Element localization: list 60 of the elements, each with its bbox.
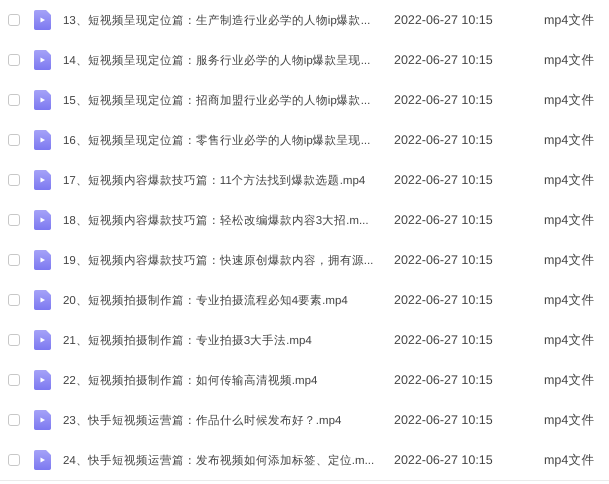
- file-type: mp4文件: [544, 92, 594, 108]
- checkbox[interactable]: [8, 414, 20, 426]
- modified-date: 2022-06-27 10:15: [394, 213, 494, 227]
- file-name[interactable]: 15、短视频呈现定位篇：招商加盟行业必学的人物ip爆款...: [63, 92, 389, 108]
- modified-date: 2022-06-27 10:15: [394, 13, 494, 27]
- modified-date: 2022-06-27 10:15: [394, 333, 494, 347]
- checkbox[interactable]: [8, 14, 20, 26]
- video-file-icon: [34, 10, 51, 30]
- video-file-icon: [34, 90, 51, 110]
- file-type: mp4文件: [544, 332, 594, 348]
- file-name[interactable]: 16、短视频呈现定位篇：零售行业必学的人物ip爆款呈现...: [63, 132, 389, 148]
- checkbox[interactable]: [8, 294, 20, 306]
- file-name[interactable]: 17、短视频内容爆款技巧篇：11个方法找到爆款选题.mp4: [63, 172, 389, 188]
- checkbox[interactable]: [8, 454, 20, 466]
- file-name[interactable]: 20、短视频拍摄制作篇：专业拍摄流程必知4要素.mp4: [63, 292, 389, 308]
- checkbox[interactable]: [8, 174, 20, 186]
- checkbox[interactable]: [8, 94, 20, 106]
- file-name[interactable]: 18、短视频内容爆款技巧篇：轻松改编爆款内容3大招.m...: [63, 212, 389, 228]
- checkbox[interactable]: [8, 334, 20, 346]
- modified-date: 2022-06-27 10:15: [394, 413, 494, 427]
- file-name[interactable]: 19、短视频内容爆款技巧篇：快速原创爆款内容，拥有源...: [63, 252, 389, 268]
- video-file-icon: [34, 250, 51, 270]
- modified-date: 2022-06-27 10:15: [394, 93, 494, 107]
- file-type: mp4文件: [544, 412, 594, 428]
- video-file-icon: [34, 330, 51, 350]
- video-file-icon: [34, 170, 51, 190]
- video-file-icon: [34, 450, 51, 470]
- file-type: mp4文件: [544, 52, 594, 68]
- file-type: mp4文件: [544, 452, 594, 468]
- file-name[interactable]: 13、短视频呈现定位篇：生产制造行业必学的人物ip爆款...: [63, 12, 389, 28]
- video-file-icon: [34, 210, 51, 230]
- file-type: mp4文件: [544, 12, 594, 28]
- file-name[interactable]: 14、短视频呈现定位篇：服务行业必学的人物ip爆款呈现...: [63, 52, 389, 68]
- modified-date: 2022-06-27 10:15: [394, 53, 494, 67]
- video-file-icon: [34, 290, 51, 310]
- file-type: mp4文件: [544, 172, 594, 188]
- video-file-icon: [34, 410, 51, 430]
- file-type: mp4文件: [544, 252, 594, 268]
- checkbox[interactable]: [8, 374, 20, 386]
- checkbox[interactable]: [8, 254, 20, 266]
- file-name[interactable]: 24、快手短视频运营篇：发布视频如何添加标签、定位.m...: [63, 452, 389, 468]
- modified-date: 2022-06-27 10:15: [394, 173, 494, 187]
- file-type: mp4文件: [544, 212, 594, 228]
- video-file-icon: [34, 370, 51, 390]
- modified-date: 2022-06-27 10:15: [394, 453, 494, 467]
- file-name[interactable]: 23、快手短视频运营篇：作品什么时候发布好？.mp4: [63, 412, 389, 428]
- file-type: mp4文件: [544, 372, 594, 388]
- file-type: mp4文件: [544, 132, 594, 148]
- checkbox[interactable]: [8, 134, 20, 146]
- file-name[interactable]: 21、短视频拍摄制作篇：专业拍摄3大手法.mp4: [63, 332, 389, 348]
- checkbox[interactable]: [8, 214, 20, 226]
- modified-date: 2022-06-27 10:15: [394, 293, 494, 307]
- modified-date: 2022-06-27 10:15: [394, 133, 494, 147]
- modified-date: 2022-06-27 10:15: [394, 253, 494, 267]
- video-file-icon: [34, 130, 51, 150]
- checkbox[interactable]: [8, 54, 20, 66]
- file-name[interactable]: 22、短视频拍摄制作篇：如何传输高清视频.mp4: [63, 372, 389, 388]
- file-type: mp4文件: [544, 292, 594, 308]
- modified-date: 2022-06-27 10:15: [394, 373, 494, 387]
- video-file-icon: [34, 50, 51, 70]
